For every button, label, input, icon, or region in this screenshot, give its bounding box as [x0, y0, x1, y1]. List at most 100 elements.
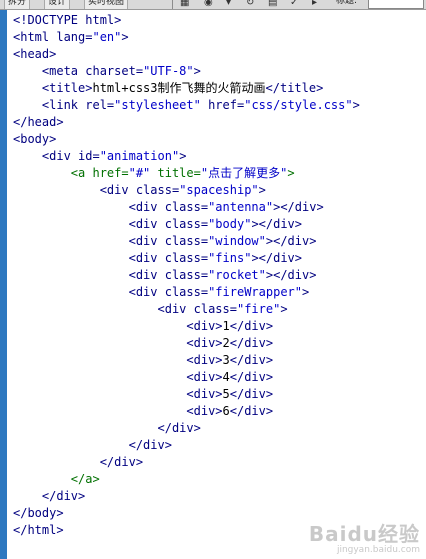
code-token: <html lang= — [13, 30, 93, 44]
code-line: <div class="spaceship"> — [13, 182, 360, 199]
code-token: <div> — [186, 336, 223, 350]
toolbar-separator — [172, 0, 173, 9]
code-line: </div> — [13, 454, 360, 471]
code-token: </html> — [13, 523, 64, 537]
page-title-input[interactable] — [368, 0, 424, 9]
code-token: <div id= — [41, 149, 100, 163]
code-line: </a> — [13, 471, 360, 488]
code-token: <div class= — [128, 285, 209, 299]
code-token: > — [352, 98, 360, 112]
code-line: </div> — [13, 420, 360, 437]
code-token: </div> — [229, 387, 274, 401]
code-token: <div> — [186, 370, 223, 384]
code-token: </div> — [128, 438, 172, 452]
code-token: <div> — [186, 387, 223, 401]
split-view-button[interactable]: 拆分 — [4, 0, 31, 9]
code-token: "spaceship" — [179, 183, 259, 197]
refresh-icon[interactable]: ↻ — [246, 0, 254, 9]
check-icon[interactable]: ✓ — [290, 0, 298, 9]
code-token: > — [193, 64, 201, 78]
code-token: <a href= — [70, 166, 129, 180]
code-token: <!DOCTYPE html> — [13, 13, 122, 27]
code-line: <head> — [13, 46, 360, 63]
code-token: </div> — [99, 455, 144, 469]
code-token: </head> — [13, 115, 64, 129]
code-token: "点击了解更多" — [200, 166, 288, 180]
code-token: <div class= — [128, 234, 209, 248]
code-line: <div class="fins"></div> — [13, 250, 360, 267]
code-token: "rocket" — [208, 268, 266, 282]
editor-toolbar: 拆分 设计 实时视图 ▦ ◉ ▾ ↻ ▤ ✓ ▸ 标题: — [0, 0, 426, 10]
code-token: </div> — [41, 489, 86, 503]
code-token: title= — [150, 166, 201, 180]
code-token: ></div> — [251, 251, 303, 265]
globe-icon[interactable]: ◉ — [204, 0, 213, 9]
code-token: 5 — [222, 387, 230, 401]
code-line: <div class="antenna"></div> — [13, 199, 360, 216]
code-token: <div class= — [99, 183, 180, 197]
code-token: 4 — [222, 370, 230, 384]
code-line: <div id="animation"> — [13, 148, 360, 165]
inspect-icon[interactable]: ▦ — [180, 0, 189, 9]
live-view-button[interactable]: 实时视图 — [84, 0, 129, 9]
options-icon[interactable]: ▸ — [312, 0, 317, 9]
code-token: "fins" — [208, 251, 252, 265]
code-line: <meta charset="UTF-8"> — [13, 63, 360, 80]
code-token: 3 — [222, 353, 230, 367]
code-token: </div> — [229, 370, 274, 384]
code-token: </body> — [13, 506, 64, 520]
code-line: <!DOCTYPE html> — [13, 12, 360, 29]
editor-gutter — [0, 10, 7, 559]
code-token: 6 — [222, 404, 230, 418]
code-token: ></div> — [251, 217, 303, 231]
code-token: <div class= — [128, 217, 209, 231]
code-view[interactable]: <!DOCTYPE html> <html lang="en"> <head> <m… — [13, 12, 360, 539]
code-line: </div> — [13, 488, 360, 505]
debug-icon[interactable]: ▤ — [268, 0, 277, 9]
code-token: </div> — [157, 421, 201, 435]
code-line: <div class="fire"> — [13, 301, 360, 318]
code-token: <div class= — [128, 200, 209, 214]
code-line: <div class="fireWrapper"> — [13, 284, 360, 301]
code-token: 1 — [222, 319, 230, 333]
code-token: "animation" — [99, 149, 180, 163]
code-token: </div> — [229, 404, 274, 418]
code-line: </div> — [13, 437, 360, 454]
code-token: html+css3制作飞舞的火箭动画 — [92, 81, 266, 95]
page-title-label: 标题: — [336, 0, 358, 6]
code-line: <link rel="stylesheet" href="css/style.c… — [13, 97, 360, 114]
code-line: <div class="body"></div> — [13, 216, 360, 233]
code-token: </div> — [229, 319, 274, 333]
code-line: <div class="window"></div> — [13, 233, 360, 250]
design-view-button[interactable]: 设计 — [44, 0, 71, 9]
dropdown-arrow-icon[interactable]: ▾ — [226, 0, 231, 9]
baidu-watermark: Baidu经验 jingyan.baidu.com — [309, 518, 420, 555]
code-token: ></div> — [265, 234, 317, 248]
code-token: "antenna" — [208, 200, 274, 214]
code-token: "fireWrapper" — [208, 285, 302, 299]
code-token: <div class= — [128, 251, 209, 265]
code-token: "body" — [208, 217, 252, 231]
code-token: </div> — [229, 336, 274, 350]
code-line: <title>html+css3制作飞舞的火箭动画</title> — [13, 80, 360, 97]
code-token: <head> — [13, 47, 57, 61]
code-token: "#" — [128, 166, 151, 180]
